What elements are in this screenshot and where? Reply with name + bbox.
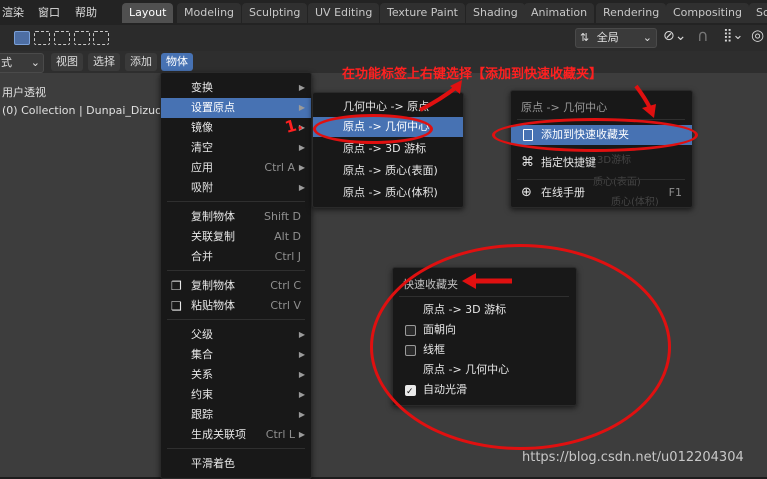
annotation-arrows bbox=[419, 80, 656, 289]
arrow-head bbox=[462, 273, 476, 289]
watermark: https://blog.csdn.net/u012204304 bbox=[522, 450, 744, 465]
arrow-head bbox=[642, 104, 656, 118]
arrow-line bbox=[419, 84, 460, 112]
arrow-line bbox=[634, 84, 652, 109]
